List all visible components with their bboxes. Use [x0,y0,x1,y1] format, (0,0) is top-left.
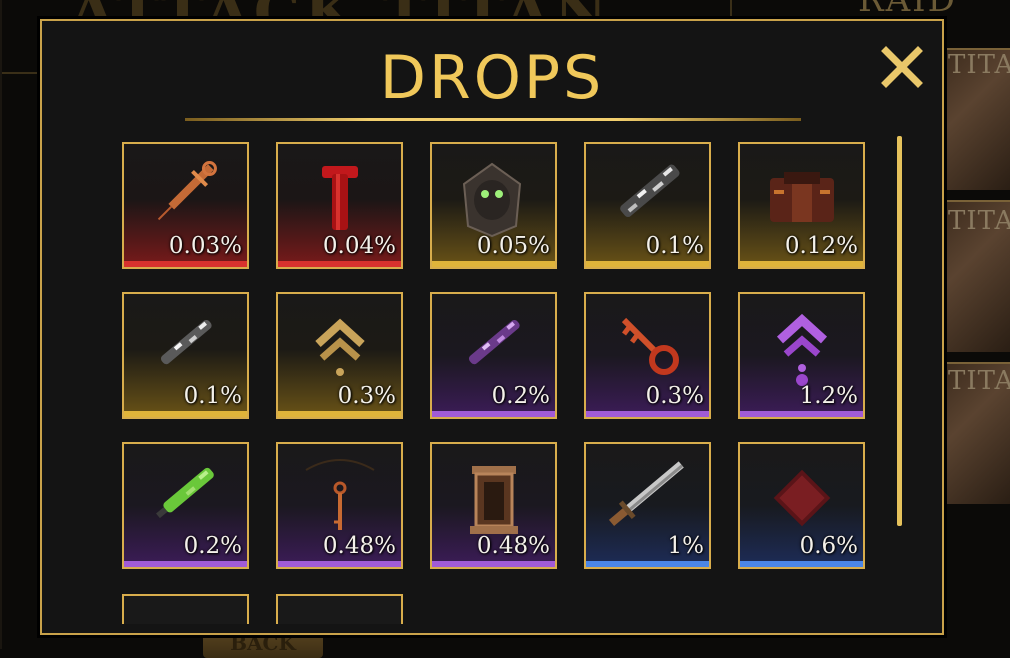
crystal-shard-icon [160,319,212,365]
background-divider [730,0,732,19]
background-titan-label: TITAN [948,366,1010,396]
rarity-strip [278,411,401,417]
drop-tile[interactable]: 1.2% [738,292,865,419]
drop-rate-label: 0.12% [784,233,858,259]
drop-tile[interactable]: 0.12% [738,142,865,269]
title-underline [185,118,801,121]
modal-title: DROPS [379,43,605,113]
hooded-mask-icon [462,162,522,238]
rank-chevron-purple-icon [776,313,828,386]
rarity-strip [740,411,863,417]
background-divider [0,72,40,74]
drop-tile[interactable]: 0.1% [122,292,249,419]
rarity-strip [278,561,401,567]
rarity-strip [586,261,709,267]
drop-tile[interactable]: 1% [584,442,711,569]
syringe-icon [157,161,217,221]
rarity-strip [124,261,247,267]
close-x-icon [881,46,923,88]
drop-tile[interactable]: 0.48% [276,442,403,569]
scrollbar[interactable] [897,136,902,526]
rarity-strip [740,261,863,267]
drop-rate-label: 0.3% [645,383,704,409]
pendant-key-icon [305,459,375,530]
rarity-strip [432,411,555,417]
drop-rate-label: 0.6% [799,533,858,559]
rarity-strip [586,561,709,567]
drop-tile[interactable]: 0.3% [276,292,403,419]
blade-icon [608,461,684,526]
rank-chevron-gold-icon [315,318,365,376]
drop-rate-label: 1% [667,533,705,559]
rarity-strip [586,411,709,417]
armor-vest-icon [770,172,834,222]
drop-tile[interactable] [276,594,403,624]
drops-modal: DROPS 0.03% 0.04% 0.05% 0.1% 0.12% 0.1% … [40,19,944,635]
rarity-strip [278,261,401,267]
drop-rate-label: 0.48% [476,533,550,559]
red-key-icon [621,317,679,375]
drop-rate-label: 0.2% [491,383,550,409]
drop-tile[interactable] [122,594,249,624]
background-titan-label: TITAN [948,50,1010,80]
drop-rate-label: 0.03% [168,233,242,259]
rarity-strip [740,561,863,567]
rarity-strip [432,561,555,567]
drop-tile[interactable]: 0.48% [430,442,557,569]
background-raid-label: RAID [858,0,957,20]
rarity-strip [432,261,555,267]
drop-tile[interactable]: 0.3% [584,292,711,419]
background-titan-label: TITAN [948,206,1010,236]
drop-tile[interactable]: 0.6% [738,442,865,569]
close-button[interactable] [880,45,924,89]
purple-shard-icon [468,319,520,365]
rarity-strip [124,411,247,417]
drop-tile[interactable]: 0.2% [430,292,557,419]
drop-tile[interactable]: 0.04% [276,142,403,269]
green-shard-icon [156,467,214,519]
drop-tile[interactable]: 0.03% [122,142,249,269]
drop-rate-label: 0.05% [476,233,550,259]
drop-rate-label: 0.3% [337,383,396,409]
red-scroll-icon [322,166,358,230]
chain-crystal-icon [620,164,680,218]
background-divider [0,0,2,649]
drop-rate-label: 0.48% [322,533,396,559]
drop-rate-label: 0.1% [645,233,704,259]
red-cube-icon [773,469,831,527]
drop-tile[interactable]: 0.05% [430,142,557,269]
drop-rate-label: 1.2% [799,383,858,409]
drop-rate-label: 0.04% [322,233,396,259]
drop-rate-label: 0.1% [183,383,242,409]
lantern-icon [470,466,518,534]
drop-tile[interactable]: 0.1% [584,142,711,269]
drop-tile[interactable]: 0.2% [122,442,249,569]
drop-rate-label: 0.2% [183,533,242,559]
rarity-strip [124,561,247,567]
